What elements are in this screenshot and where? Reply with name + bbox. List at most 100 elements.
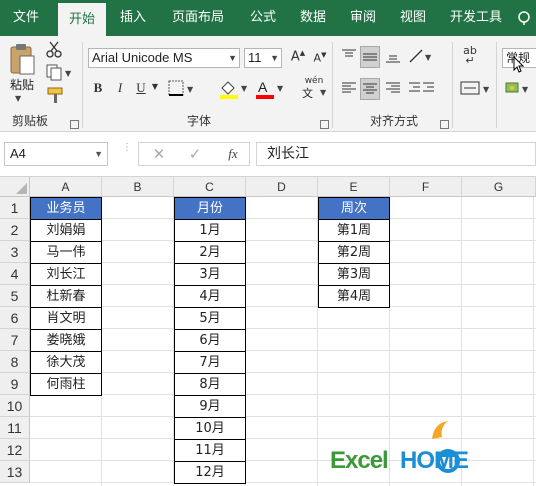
alignment-launcher-icon[interactable] (440, 120, 449, 129)
formula-input[interactable]: 刘长江 (256, 142, 536, 166)
accounting-format-icon[interactable]: ▼ (504, 80, 534, 98)
table-cell-month[interactable]: 7月 (174, 351, 246, 374)
table-cell-week[interactable]: 第2周 (318, 241, 390, 264)
row-header-7[interactable]: 7 (0, 329, 30, 351)
tab-view[interactable]: 视图 (390, 0, 436, 36)
name-box[interactable]: A4 ▼ (4, 142, 108, 166)
tab-file[interactable]: 文件 (0, 0, 52, 36)
table-cell-month[interactable]: 8月 (174, 373, 246, 396)
row-header-2[interactable]: 2 (0, 219, 30, 241)
group-separator (452, 42, 453, 128)
tab-formulas[interactable]: 公式 (240, 0, 286, 36)
table-header-week[interactable]: 周次 (318, 197, 390, 220)
table-cell-salesperson[interactable]: 刘长江 (30, 263, 102, 286)
table-cell-month[interactable]: 6月 (174, 329, 246, 352)
cut-icon[interactable] (44, 40, 64, 60)
column-header-g[interactable]: G (462, 177, 536, 197)
column-header-a[interactable]: A (30, 177, 102, 197)
tab-developer[interactable]: 开发工具 (440, 0, 512, 36)
align-right-icon[interactable] (384, 80, 402, 98)
wrap-text-icon[interactable]: ab ↵ (460, 45, 480, 66)
decrease-font-icon[interactable]: A▼ (310, 51, 330, 71)
table-header-salesperson[interactable]: 业务员 (30, 197, 102, 220)
clipboard-launcher-icon[interactable] (70, 120, 79, 129)
row-header-8[interactable]: 8 (0, 351, 30, 373)
tab-insert[interactable]: 插入 (110, 0, 156, 36)
align-middle-icon[interactable] (360, 46, 380, 68)
align-top-icon[interactable] (340, 48, 358, 66)
borders-icon[interactable]: ▼ (168, 80, 198, 98)
row-header-9[interactable]: 9 (0, 373, 30, 395)
row-header-5[interactable]: 5 (0, 285, 30, 307)
tell-me-icon[interactable] (512, 0, 536, 36)
formula-bar-splitter[interactable]: ⋮ (122, 143, 132, 163)
underline-dropdown-icon[interactable]: ▼ (150, 82, 160, 91)
column-header-e[interactable]: E (318, 177, 390, 197)
tab-page-layout[interactable]: 页面布局 (162, 0, 234, 36)
column-header-d[interactable]: D (246, 177, 318, 197)
tab-home[interactable]: 开始 (58, 3, 106, 36)
formula-bar: A4 ▼ ⋮ ✕ ✓ fx 刘长江 (0, 133, 536, 177)
table-cell-salesperson[interactable]: 刘娟娟 (30, 219, 102, 242)
select-all-corner[interactable] (0, 177, 30, 197)
table-cell-month[interactable]: 3月 (174, 263, 246, 286)
enter-icon[interactable]: ✓ (187, 145, 203, 163)
tab-data[interactable]: 数据 (290, 0, 336, 36)
font-color-icon[interactable]: A ▼ (254, 78, 286, 100)
paste-button-label[interactable]: 粘贴 (10, 76, 34, 93)
table-cell-month[interactable]: 2月 (174, 241, 246, 264)
font-launcher-icon[interactable] (320, 120, 329, 129)
row-header-11[interactable]: 11 (0, 417, 30, 439)
table-cell-week[interactable]: 第3周 (318, 263, 390, 286)
row-header-6[interactable]: 6 (0, 307, 30, 329)
increase-font-icon[interactable]: A▲ (288, 49, 308, 69)
bold-button[interactable]: B (91, 80, 105, 98)
align-bottom-icon[interactable] (384, 48, 402, 66)
underline-button[interactable]: U (134, 80, 148, 98)
table-cell-month[interactable]: 4月 (174, 285, 246, 308)
table-cell-salesperson[interactable]: 肖文明 (30, 307, 102, 330)
table-cell-salesperson[interactable]: 何雨柱 (30, 373, 102, 396)
column-header-f[interactable]: F (390, 177, 462, 197)
table-cell-salesperson[interactable]: 徐大茂 (30, 351, 102, 374)
merge-center-icon[interactable]: ▼ (460, 80, 492, 98)
row-header-1[interactable]: 1 (0, 197, 30, 219)
table-header-month[interactable]: 月份 (174, 197, 246, 220)
indent-icon[interactable] (408, 80, 436, 98)
column-header-c[interactable]: C (174, 177, 246, 197)
table-cell-salesperson[interactable]: 杜新春 (30, 285, 102, 308)
table-cell-month[interactable]: 9月 (174, 395, 246, 418)
font-size-select[interactable]: 11 ▼ (244, 48, 282, 68)
insert-function-button[interactable]: fx (223, 146, 243, 162)
format-painter-icon[interactable] (44, 86, 66, 106)
orientation-icon[interactable]: ▼ (408, 48, 434, 66)
row-header-13[interactable]: 13 (0, 461, 30, 483)
table-cell-month[interactable]: 1月 (174, 219, 246, 242)
phonetic-guide-icon[interactable]: wén 文 ▼ (296, 76, 332, 100)
worksheet-grid[interactable]: A B C D E F G 1 2 3 4 5 6 7 8 9 10 11 12… (0, 177, 536, 486)
italic-button[interactable]: I (113, 80, 127, 98)
font-name-select[interactable]: Arial Unicode MS ▼ (88, 48, 240, 68)
column-header-b[interactable]: B (102, 177, 174, 197)
align-left-icon[interactable] (340, 80, 358, 98)
row-header-12[interactable]: 12 (0, 439, 30, 461)
cancel-icon[interactable]: ✕ (151, 145, 167, 163)
table-cell-month[interactable]: 10月 (174, 417, 246, 440)
tab-review[interactable]: 审阅 (340, 0, 386, 36)
table-cell-month[interactable]: 11月 (174, 439, 246, 462)
fill-color-icon[interactable]: ▼ (218, 78, 250, 100)
paste-icon[interactable] (8, 42, 36, 78)
table-cell-salesperson[interactable]: 娄晓娥 (30, 329, 102, 352)
copy-icon[interactable]: ▼ (44, 63, 74, 83)
table-cell-week[interactable]: 第4周 (318, 285, 390, 308)
paste-dropdown-icon[interactable]: ▼ (15, 94, 21, 103)
row-header-4[interactable]: 4 (0, 263, 30, 285)
table-cell-week[interactable]: 第1周 (318, 219, 390, 242)
table-cell-salesperson[interactable]: 马一伟 (30, 241, 102, 264)
row-header-3[interactable]: 3 (0, 241, 30, 263)
logo-text-home: HOME (400, 447, 469, 474)
table-cell-month[interactable]: 5月 (174, 307, 246, 330)
align-center-icon[interactable] (360, 78, 380, 100)
row-header-10[interactable]: 10 (0, 395, 30, 417)
table-cell-month[interactable]: 12月 (174, 461, 246, 484)
